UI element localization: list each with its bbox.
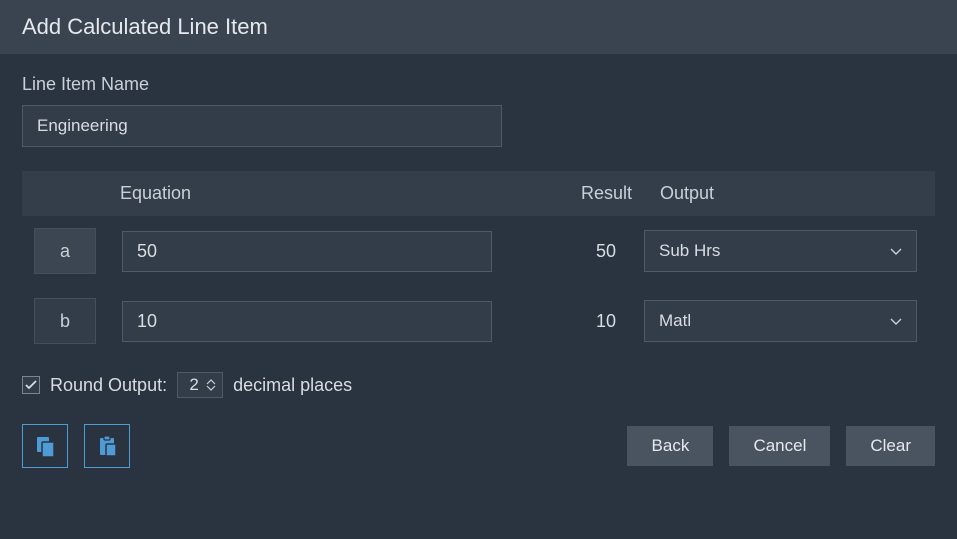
variable-cell: b bbox=[34, 298, 96, 344]
col-header-var bbox=[22, 183, 102, 204]
cancel-button[interactable]: Cancel bbox=[729, 426, 830, 466]
decimal-places-suffix: decimal places bbox=[233, 375, 352, 396]
equation-input[interactable] bbox=[122, 301, 492, 342]
result-cell: 50 bbox=[492, 241, 636, 262]
chevron-up-icon[interactable] bbox=[206, 378, 216, 385]
clear-button[interactable]: Clear bbox=[846, 426, 935, 466]
chevron-down-icon bbox=[890, 241, 902, 261]
line-item-name-label: Line Item Name bbox=[22, 74, 935, 95]
col-header-result: Result bbox=[502, 183, 652, 204]
chevron-down-icon bbox=[890, 311, 902, 331]
decimal-places-stepper[interactable]: 2 bbox=[177, 372, 223, 398]
output-select[interactable]: Matl bbox=[644, 300, 917, 342]
dialog-title: Add Calculated Line Item bbox=[22, 14, 268, 39]
equation-table: Equation Result Output a 50 Sub Hrs b 10 bbox=[22, 171, 935, 356]
dialog-content: Line Item Name Equation Result Output a … bbox=[0, 54, 957, 484]
line-item-name-input[interactable] bbox=[22, 105, 502, 147]
output-select-value: Sub Hrs bbox=[659, 241, 720, 261]
dialog-header: Add Calculated Line Item bbox=[0, 0, 957, 54]
chevron-down-icon[interactable] bbox=[206, 385, 216, 392]
round-output-row: Round Output: 2 decimal places bbox=[22, 372, 935, 398]
result-cell: 10 bbox=[492, 311, 636, 332]
round-output-label: Round Output: bbox=[50, 375, 167, 396]
table-row: a 50 Sub Hrs bbox=[22, 216, 935, 286]
paste-icon bbox=[95, 434, 119, 458]
col-header-equation: Equation bbox=[102, 183, 502, 204]
output-cell: Matl bbox=[636, 300, 935, 342]
output-select-value: Matl bbox=[659, 311, 691, 331]
copy-icon bbox=[33, 434, 57, 458]
col-header-output: Output bbox=[652, 183, 935, 204]
check-icon bbox=[25, 380, 37, 390]
equation-input[interactable] bbox=[122, 231, 492, 272]
footer-row: Back Cancel Clear bbox=[22, 424, 935, 468]
variable-cell: a bbox=[34, 228, 96, 274]
paste-button[interactable] bbox=[84, 424, 130, 468]
stepper-arrows bbox=[206, 378, 216, 392]
output-select[interactable]: Sub Hrs bbox=[644, 230, 917, 272]
table-row: b 10 Matl bbox=[22, 286, 935, 356]
table-header-row: Equation Result Output bbox=[22, 171, 935, 216]
output-cell: Sub Hrs bbox=[636, 230, 935, 272]
copy-button[interactable] bbox=[22, 424, 68, 468]
round-output-checkbox[interactable] bbox=[22, 376, 40, 394]
back-button[interactable]: Back bbox=[627, 426, 713, 466]
decimal-places-value: 2 bbox=[188, 375, 200, 395]
